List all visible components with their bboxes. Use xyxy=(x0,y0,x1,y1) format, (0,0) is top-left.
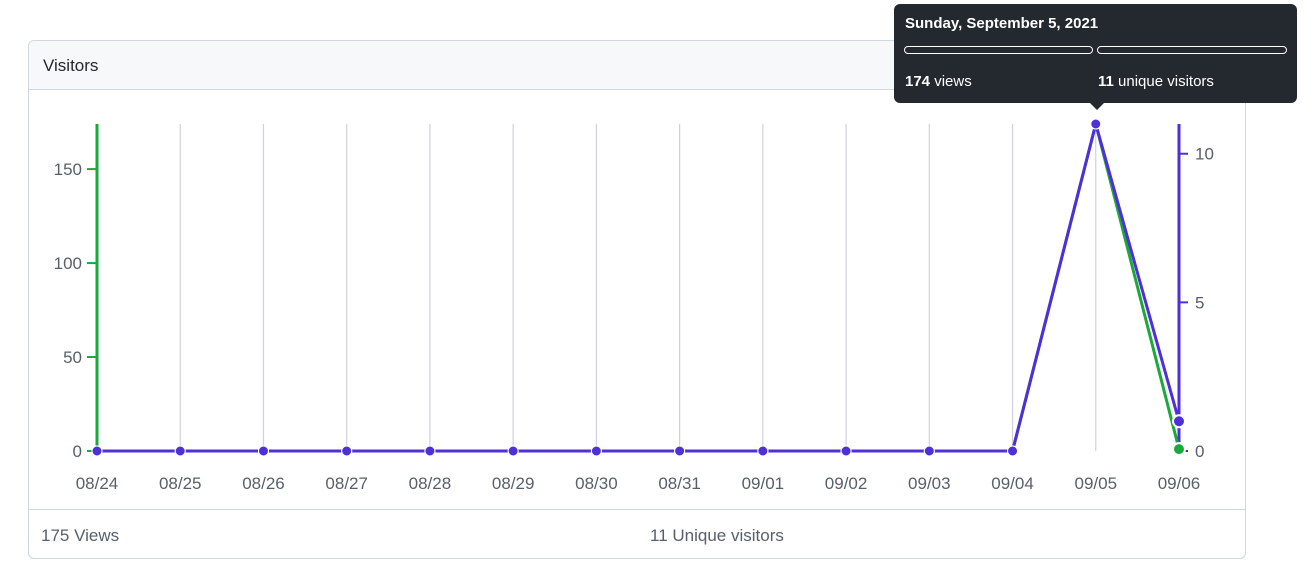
x-tick-label: 08/26 xyxy=(242,474,285,493)
uniques-data-point xyxy=(174,445,186,457)
left-y-tick-label: 100 xyxy=(54,254,82,273)
x-tick-label: 08/28 xyxy=(409,474,452,493)
uniques-data-point xyxy=(757,445,769,457)
uniques-data-point xyxy=(341,445,353,457)
tooltip-date: Sunday, September 5, 2021 xyxy=(905,15,1099,32)
tooltip-views: 174 views xyxy=(905,73,972,90)
uniques-data-point xyxy=(923,445,935,457)
uniques-data-point xyxy=(674,445,686,457)
chart-tooltip: Sunday, September 5, 2021 174 views 11 u… xyxy=(894,4,1297,110)
uniques-data-point xyxy=(257,445,269,457)
x-tick-label: 09/05 xyxy=(1074,474,1117,493)
right-y-tick-label: 10 xyxy=(1195,145,1214,164)
left-y-tick-label: 150 xyxy=(54,160,82,179)
uniques-series-line xyxy=(97,122,1181,453)
uniques-data-point xyxy=(507,445,519,457)
uniques-data-point xyxy=(91,445,103,457)
uniques-data-point xyxy=(590,445,602,457)
uniques-data-point xyxy=(840,445,852,457)
tooltip-views-count: 174 xyxy=(905,73,931,90)
right-y-tick-label: 0 xyxy=(1195,442,1204,461)
right-y-tick-label: 5 xyxy=(1195,293,1204,312)
uniques-data-point xyxy=(1172,414,1186,429)
uniques-data-point xyxy=(1007,445,1019,457)
x-tick-label: 09/01 xyxy=(742,474,785,493)
x-tick-label: 08/31 xyxy=(658,474,701,493)
x-tick-label: 09/04 xyxy=(991,474,1034,493)
x-tick-label: 08/30 xyxy=(575,474,618,493)
x-tick-label: 08/24 xyxy=(76,474,119,493)
x-tick-label: 09/02 xyxy=(825,474,868,493)
left-y-tick-label: 0 xyxy=(73,442,82,461)
x-tick-label: 08/29 xyxy=(492,474,535,493)
x-tick-label: 08/27 xyxy=(325,474,368,493)
x-tick-label: 08/25 xyxy=(159,474,202,493)
tooltip-uniques-count: 11 xyxy=(1098,73,1114,90)
tooltip-views-bar xyxy=(904,46,1093,54)
views-data-point xyxy=(1172,442,1186,457)
x-tick-label: 09/03 xyxy=(908,474,951,493)
left-y-tick-label: 50 xyxy=(63,348,82,367)
uniques-data-point xyxy=(424,445,436,457)
tooltip-views-label: views xyxy=(934,73,972,90)
views-series-line xyxy=(97,122,1181,453)
tooltip-uniques-bar xyxy=(1097,46,1287,54)
tooltip-uniques-label: unique visitors xyxy=(1118,73,1214,90)
x-tick-label: 09/06 xyxy=(1158,474,1201,493)
tooltip-uniques: 11 unique visitors xyxy=(1098,73,1214,90)
uniques-data-point xyxy=(1090,118,1102,130)
